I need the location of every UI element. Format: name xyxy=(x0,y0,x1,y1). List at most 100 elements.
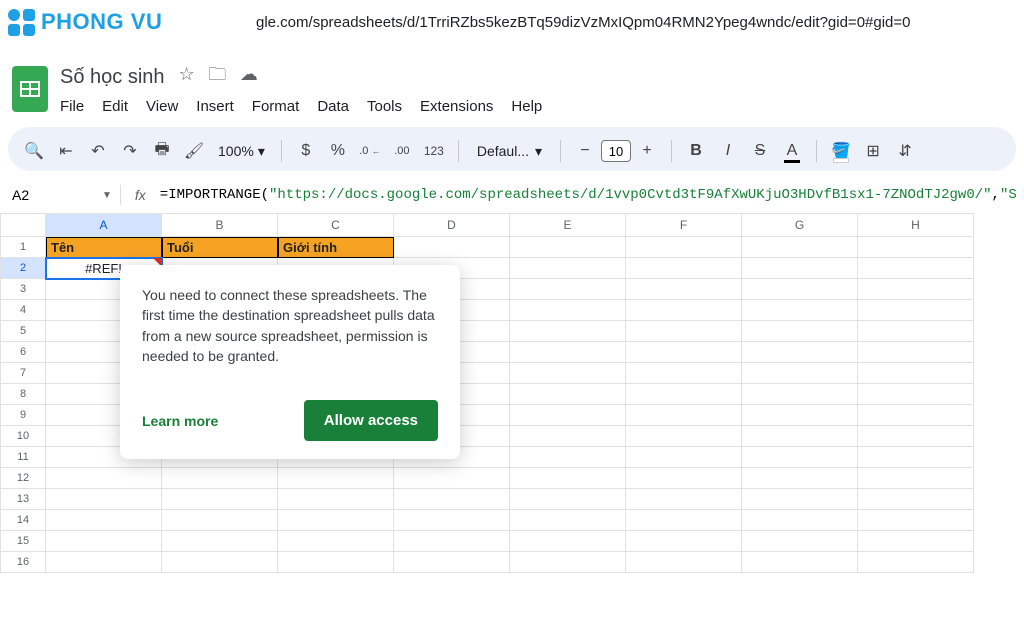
cell[interactable] xyxy=(510,489,626,510)
search-menus-icon[interactable]: 🔍 xyxy=(20,137,48,165)
cell[interactable] xyxy=(858,258,974,279)
cell[interactable] xyxy=(858,363,974,384)
cell[interactable] xyxy=(278,489,394,510)
redo-icon[interactable]: ↷ xyxy=(116,137,144,165)
cell[interactable] xyxy=(742,258,858,279)
row-header[interactable]: 7 xyxy=(0,363,46,384)
borders-button[interactable]: ⊞ xyxy=(859,137,887,165)
name-box[interactable] xyxy=(8,183,94,207)
cell[interactable] xyxy=(510,258,626,279)
column-header[interactable]: A xyxy=(46,213,162,237)
row-header[interactable]: 11 xyxy=(0,447,46,468)
cell[interactable] xyxy=(278,510,394,531)
star-icon[interactable]: ☆ xyxy=(179,64,195,84)
decrease-font-button[interactable]: − xyxy=(571,137,599,165)
cell[interactable] xyxy=(510,321,626,342)
cell[interactable] xyxy=(46,468,162,489)
cell[interactable] xyxy=(742,300,858,321)
cell[interactable] xyxy=(626,237,742,258)
cell[interactable] xyxy=(394,510,510,531)
column-header[interactable]: G xyxy=(742,213,858,237)
cell[interactable] xyxy=(858,468,974,489)
cell[interactable] xyxy=(858,384,974,405)
toggle-sidebar-icon[interactable]: ⇤ xyxy=(52,137,80,165)
row-header[interactable]: 1 xyxy=(0,237,46,258)
cell[interactable]: Tên xyxy=(46,237,162,258)
cell[interactable] xyxy=(46,552,162,573)
row-header[interactable]: 5 xyxy=(0,321,46,342)
move-icon[interactable]: 🗀 xyxy=(208,64,226,84)
cell[interactable] xyxy=(858,321,974,342)
cell[interactable] xyxy=(858,531,974,552)
cell[interactable] xyxy=(858,489,974,510)
paint-format-icon[interactable]: 🖌 xyxy=(180,137,208,165)
cell[interactable] xyxy=(858,279,974,300)
cell[interactable] xyxy=(394,489,510,510)
percent-button[interactable]: % xyxy=(324,137,352,165)
cell[interactable] xyxy=(626,468,742,489)
menu-extensions[interactable]: Extensions xyxy=(420,98,493,115)
font-size-input[interactable] xyxy=(601,140,631,162)
italic-button[interactable]: I xyxy=(714,137,742,165)
menu-help[interactable]: Help xyxy=(511,98,542,115)
column-header[interactable]: E xyxy=(510,213,626,237)
menu-tools[interactable]: Tools xyxy=(367,98,402,115)
cell[interactable] xyxy=(394,237,510,258)
cell[interactable] xyxy=(278,531,394,552)
cell[interactable] xyxy=(162,468,278,489)
cell[interactable] xyxy=(510,447,626,468)
cell[interactable] xyxy=(46,489,162,510)
cell[interactable] xyxy=(626,342,742,363)
cell[interactable] xyxy=(742,552,858,573)
column-header[interactable]: B xyxy=(162,213,278,237)
cell[interactable] xyxy=(742,510,858,531)
cell[interactable] xyxy=(510,405,626,426)
row-header[interactable]: 8 xyxy=(0,384,46,405)
merge-cells-button[interactable]: ⇵ xyxy=(891,137,919,165)
cell[interactable] xyxy=(626,321,742,342)
font-dropdown[interactable]: Defaul...▾ xyxy=(469,143,550,160)
cell[interactable] xyxy=(858,426,974,447)
cell[interactable] xyxy=(510,531,626,552)
cell[interactable] xyxy=(510,468,626,489)
row-header[interactable]: 15 xyxy=(0,531,46,552)
increase-font-button[interactable]: + xyxy=(633,137,661,165)
cell[interactable] xyxy=(742,384,858,405)
strikethrough-button[interactable]: S xyxy=(746,137,774,165)
sheets-app-icon[interactable] xyxy=(12,66,48,112)
cell[interactable] xyxy=(742,321,858,342)
cell[interactable] xyxy=(394,468,510,489)
cell[interactable] xyxy=(742,531,858,552)
cell[interactable] xyxy=(162,531,278,552)
address-bar[interactable]: gle.com/spreadsheets/d/1TrriRZbs5kezBTq5… xyxy=(248,8,1016,37)
currency-button[interactable]: $ xyxy=(292,137,320,165)
row-header[interactable]: 12 xyxy=(0,468,46,489)
cell[interactable] xyxy=(510,426,626,447)
learn-more-link[interactable]: Learn more xyxy=(142,413,218,429)
cell[interactable] xyxy=(858,405,974,426)
row-header[interactable]: 16 xyxy=(0,552,46,573)
bold-button[interactable]: B xyxy=(682,137,710,165)
row-header[interactable]: 2 xyxy=(0,258,46,279)
cell[interactable] xyxy=(46,510,162,531)
cell[interactable] xyxy=(742,426,858,447)
cell[interactable] xyxy=(510,279,626,300)
row-header[interactable]: 9 xyxy=(0,405,46,426)
print-icon[interactable]: 🖶 xyxy=(148,137,176,165)
increase-decimal-button[interactable]: .00 xyxy=(388,137,416,165)
cell[interactable] xyxy=(742,468,858,489)
cell[interactable] xyxy=(742,279,858,300)
cell[interactable] xyxy=(858,342,974,363)
column-header[interactable]: C xyxy=(278,213,394,237)
cell[interactable] xyxy=(162,510,278,531)
cell[interactable] xyxy=(510,552,626,573)
cell[interactable] xyxy=(742,342,858,363)
cell[interactable] xyxy=(278,552,394,573)
cell[interactable] xyxy=(742,447,858,468)
cell[interactable] xyxy=(162,489,278,510)
cell[interactable] xyxy=(626,510,742,531)
document-title[interactable]: Số học sinh xyxy=(60,66,165,89)
column-header[interactable]: H xyxy=(858,213,974,237)
cell[interactable]: Giới tính xyxy=(278,237,394,258)
menu-data[interactable]: Data xyxy=(317,98,349,115)
